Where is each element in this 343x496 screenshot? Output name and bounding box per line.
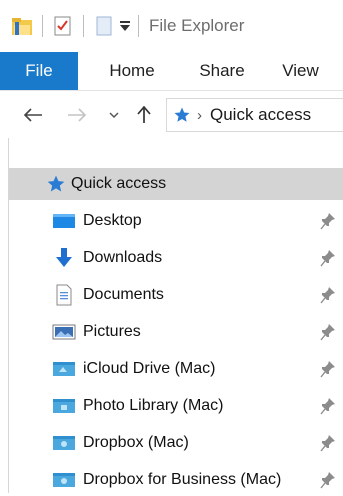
up-arrow-icon <box>137 106 151 123</box>
forward-button[interactable] <box>62 100 92 130</box>
nav-item-label: Photo Library (Mac) <box>83 397 224 414</box>
recent-locations-button[interactable] <box>104 100 124 130</box>
pin-icon[interactable] <box>320 471 336 489</box>
forward-arrow-icon <box>68 108 87 122</box>
nav-item-label: Pictures <box>83 323 141 340</box>
nav-item-quick-access[interactable]: Quick access <box>9 168 343 200</box>
nav-item-label: Downloads <box>83 249 163 266</box>
nav-item-label: Documents <box>83 286 164 303</box>
nav-item-downloads[interactable]: Downloads <box>9 242 343 274</box>
title-bar-divider <box>138 15 139 37</box>
navigation-bar: › Quick access <box>0 92 343 138</box>
nav-item-documents[interactable]: Documents <box>9 279 343 311</box>
title-bar-divider <box>42 15 43 37</box>
breadcrumb-location[interactable]: Quick access <box>210 105 311 125</box>
nav-item-icloud-drive[interactable]: iCloud Drive (Mac) <box>9 353 343 385</box>
navigation-pane: Quick access Desktop Downloads Documents… <box>8 138 343 493</box>
ribbon-tabs: File Home Share View <box>0 52 343 91</box>
pin-icon[interactable] <box>320 212 336 230</box>
nav-item-label: Dropbox for Business (Mac) <box>83 471 282 488</box>
address-bar[interactable]: › Quick access <box>166 98 343 132</box>
new-folder-icon[interactable] <box>92 14 116 38</box>
nav-item-dropbox[interactable]: Dropbox (Mac) <box>9 427 343 459</box>
title-bar-divider <box>83 15 84 37</box>
quick-access-star-icon <box>43 173 69 195</box>
back-button[interactable] <box>18 100 48 130</box>
tab-view[interactable]: View <box>258 52 343 90</box>
nav-item-photo-library[interactable]: Photo Library (Mac) <box>9 390 343 422</box>
nav-item-dropbox-business[interactable]: Dropbox for Business (Mac) <box>9 464 343 496</box>
folder-icon <box>51 469 77 491</box>
chevron-down-icon <box>109 112 119 119</box>
folder-icon <box>51 358 77 380</box>
nav-item-desktop[interactable]: Desktop <box>9 205 343 237</box>
documents-icon <box>51 284 77 306</box>
pin-icon[interactable] <box>320 286 336 304</box>
quick-access-star-icon <box>174 107 190 122</box>
folder-icon <box>51 395 77 417</box>
nav-item-label: Quick access <box>71 175 167 192</box>
pictures-icon <box>51 321 77 343</box>
up-button[interactable] <box>132 100 156 130</box>
nav-item-label: iCloud Drive (Mac) <box>83 360 216 377</box>
file-explorer-window: File Explorer File Home Share View › Qui… <box>0 0 343 493</box>
downloads-icon <box>51 247 77 269</box>
window-title: File Explorer <box>149 16 245 35</box>
pin-icon[interactable] <box>320 360 336 378</box>
title-bar: File Explorer <box>0 0 343 52</box>
nav-item-label: Desktop <box>83 212 142 229</box>
folder-icon <box>51 432 77 454</box>
pin-icon[interactable] <box>320 249 336 267</box>
tab-home[interactable]: Home <box>78 52 186 90</box>
tab-share[interactable]: Share <box>186 52 258 90</box>
pin-icon[interactable] <box>320 323 336 341</box>
desktop-icon <box>51 210 77 232</box>
properties-icon[interactable] <box>51 14 75 38</box>
tab-file[interactable]: File <box>0 52 78 90</box>
back-arrow-icon <box>23 108 42 122</box>
pin-icon[interactable] <box>320 397 336 415</box>
nav-item-label: Dropbox (Mac) <box>83 434 189 451</box>
pin-icon[interactable] <box>320 434 336 452</box>
breadcrumb-chevron-icon: › <box>197 106 202 124</box>
customize-toolbar-chevron-icon[interactable] <box>116 14 134 38</box>
nav-item-pictures[interactable]: Pictures <box>9 316 343 348</box>
folder-app-icon[interactable] <box>10 14 34 38</box>
